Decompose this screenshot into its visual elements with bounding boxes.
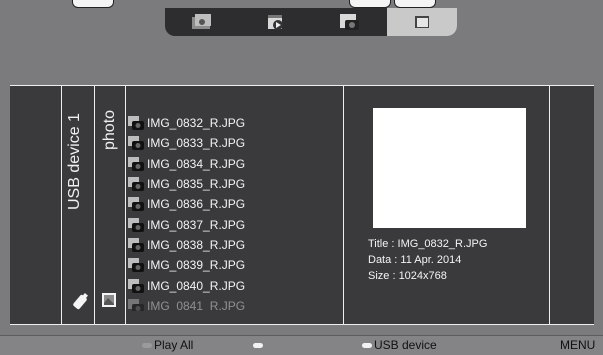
video-folder-icon xyxy=(268,15,283,30)
music-folder-icon xyxy=(192,14,211,29)
file-name: IMG_0839_R.JPG xyxy=(147,258,246,273)
image-file-icon xyxy=(128,237,144,252)
list-item[interactable]: IMG_0832_R.JPG xyxy=(128,113,338,133)
file-list: IMG_0832_R.JPG IMG_0833_R.JPG IMG_0834_R… xyxy=(128,113,338,311)
top-tab-stub-2 xyxy=(349,0,391,8)
image-file-icon xyxy=(128,177,144,192)
info-title: Title : IMG_0832_R.JPG xyxy=(368,238,488,250)
menu-button[interactable]: MENU xyxy=(560,338,595,352)
list-item[interactable]: IMG_0838_R.JPG xyxy=(128,235,338,255)
folder-label[interactable]: photo xyxy=(101,110,119,150)
image-file-icon xyxy=(128,197,144,212)
photo-stack-icon xyxy=(102,293,116,307)
yellow-key-icon xyxy=(362,343,372,348)
image-file-icon xyxy=(128,258,144,273)
tab-photo[interactable] xyxy=(313,8,387,36)
file-name: IMG_0837_R.JPG xyxy=(147,217,246,232)
bottom-key-bar: Play All USB device MENU xyxy=(0,335,603,355)
list-item[interactable]: IMG_0841_R.JPG xyxy=(128,296,338,311)
file-name: IMG_0834_R.JPG xyxy=(147,156,246,171)
tab-music[interactable] xyxy=(165,8,239,36)
top-tab-stub-3 xyxy=(394,0,436,8)
list-item[interactable]: IMG_0837_R.JPG xyxy=(128,214,338,234)
media-type-bar xyxy=(165,8,457,36)
divider xyxy=(549,86,550,324)
file-name: IMG_0832_R.JPG xyxy=(147,116,246,131)
usb-icon xyxy=(73,293,88,310)
file-browser-panel: USB device 1 photo IMG_0832_R.JPG IMG_08… xyxy=(10,85,594,325)
list-item[interactable]: IMG_0836_R.JPG xyxy=(128,194,338,214)
file-name: IMG_0836_R.JPG xyxy=(147,197,246,212)
file-name: IMG_0833_R.JPG xyxy=(147,136,246,151)
list-item[interactable]: IMG_0840_R.JPG xyxy=(128,275,338,295)
usb-device-label[interactable]: USB device 1 xyxy=(66,113,84,210)
file-name: IMG_0841_R.JPG xyxy=(147,298,246,311)
photo-folder-icon xyxy=(340,14,359,30)
red-key-icon xyxy=(142,343,152,348)
info-date: Data : 11 Apr. 2014 xyxy=(368,254,462,266)
image-file-icon xyxy=(128,136,144,151)
divider xyxy=(125,86,126,324)
list-item[interactable]: IMG_0839_R.JPG xyxy=(128,255,338,275)
green-key-icon xyxy=(253,343,263,348)
image-file-icon xyxy=(128,116,144,131)
file-name: IMG_0835_R.JPG xyxy=(147,177,246,192)
file-name: IMG_0840_R.JPG xyxy=(147,278,246,293)
tab-folder[interactable] xyxy=(387,8,457,36)
list-item[interactable]: IMG_0834_R.JPG xyxy=(128,154,338,174)
folder-icon xyxy=(415,16,429,28)
image-file-icon xyxy=(128,217,144,232)
image-file-icon xyxy=(128,278,144,293)
photo-preview xyxy=(373,108,526,228)
info-size: Size : 1024x768 xyxy=(368,270,447,282)
play-all-label[interactable]: Play All xyxy=(154,338,193,352)
top-tab-stub-1 xyxy=(72,0,114,8)
list-item[interactable]: IMG_0833_R.JPG xyxy=(128,133,338,153)
tab-video[interactable] xyxy=(239,8,313,36)
list-item[interactable]: IMG_0835_R.JPG xyxy=(128,174,338,194)
divider xyxy=(94,86,95,324)
divider xyxy=(61,86,62,324)
usb-device-button[interactable]: USB device xyxy=(374,338,437,352)
image-file-icon xyxy=(128,298,144,311)
image-file-icon xyxy=(128,156,144,171)
divider xyxy=(343,86,344,324)
file-name: IMG_0838_R.JPG xyxy=(147,237,246,252)
